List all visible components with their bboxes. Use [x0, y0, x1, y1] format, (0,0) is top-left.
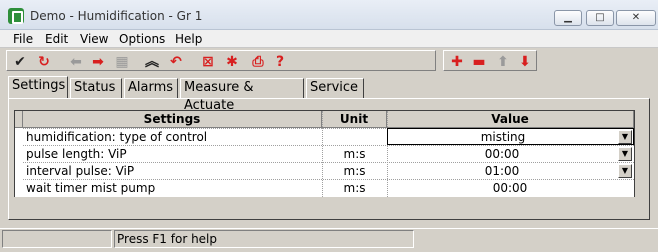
tab-alarms[interactable]: Alarms [124, 78, 178, 98]
grid-icon[interactable]: ▦ [113, 53, 131, 71]
row-header-corner [15, 111, 23, 128]
status-bar: Press F1 for help [0, 228, 658, 252]
asterisk-icon[interactable]: ✱ [223, 53, 241, 71]
value-cell-selected[interactable]: misting ▼ [387, 128, 634, 145]
tab-status[interactable]: Status [70, 78, 122, 98]
move-down-icon[interactable]: ⬇ [516, 53, 534, 71]
remove-icon[interactable]: ▬ [470, 53, 488, 71]
tab-measure-actuate[interactable]: Measure & Actuate [180, 78, 304, 113]
toolbar: ✔ ↻ ⬅ ➡ ▦ ︽ ↶ ⊠ ✱ ⎙ ? ✚ ▬ ⬆ ⬇ [0, 48, 658, 72]
collapse-icon[interactable]: ︽ [143, 53, 161, 71]
setting-unit: m:s [343, 164, 366, 178]
setting-name: pulse length: ViP [26, 147, 127, 161]
arrow-left-icon[interactable]: ⬅ [67, 53, 85, 71]
menu-help[interactable]: Help [175, 32, 202, 46]
grid-empty-area [14, 197, 635, 212]
setting-value[interactable]: 00:00 [387, 146, 617, 162]
window-title: Demo - Humidification - Gr 1 [30, 9, 203, 23]
setting-name: wait timer mist pump [26, 181, 156, 195]
table-row[interactable]: wait timer mist pump m:s 00:00 [23, 179, 634, 196]
chevron-down-icon[interactable]: ▼ [618, 164, 632, 178]
tab-settings[interactable]: Settings [8, 76, 68, 99]
status-pane-empty [2, 230, 112, 248]
menu-file[interactable]: File [13, 32, 33, 46]
setting-value[interactable]: 01:00 [387, 163, 617, 179]
help-icon[interactable]: ? [271, 53, 289, 71]
table-row[interactable]: interval pulse: ViP m:s 01:00 ▼ [23, 162, 634, 179]
status-help-text: Press F1 for help [114, 230, 414, 248]
app-icon [8, 8, 24, 24]
column-header-value[interactable]: Value [387, 111, 634, 128]
close-button[interactable]: ✕ [616, 10, 656, 26]
add-icon[interactable]: ✚ [448, 53, 466, 71]
chevron-down-icon[interactable]: ▼ [618, 147, 632, 161]
column-header-unit[interactable]: Unit [322, 111, 387, 128]
check-icon[interactable]: ✔ [11, 53, 29, 71]
menu-bar: File Edit View Options Help [0, 30, 658, 48]
setting-unit [322, 129, 387, 145]
move-up-icon[interactable]: ⬆ [494, 53, 512, 71]
setting-unit: m:s [343, 181, 366, 195]
maximize-button[interactable]: □ [586, 10, 614, 26]
minimize-button[interactable]: ▁ [554, 10, 582, 26]
menu-options[interactable]: Options [119, 32, 165, 46]
setting-value[interactable]: 00:00 [387, 180, 633, 196]
print-icon[interactable]: ⎙ [249, 53, 267, 71]
title-bar: Demo - Humidification - Gr 1 ▁ □ ✕ [0, 0, 658, 30]
toolbar-main-group: ✔ ↻ ⬅ ➡ ▦ ︽ ↶ ⊠ ✱ ⎙ ? [6, 50, 436, 71]
arrow-right-icon[interactable]: ➡ [89, 53, 107, 71]
refresh-icon[interactable]: ↻ [35, 53, 53, 71]
undo-icon[interactable]: ↶ [167, 53, 185, 71]
table-row[interactable]: pulse length: ViP m:s 00:00 ▼ [23, 145, 634, 162]
column-header-settings[interactable]: Settings [23, 111, 322, 128]
chevron-down-icon[interactable]: ▼ [618, 130, 632, 144]
setting-name: interval pulse: ViP [26, 164, 135, 178]
menu-edit[interactable]: Edit [45, 32, 68, 46]
setting-unit: m:s [343, 147, 366, 161]
setting-value: misting [480, 130, 526, 144]
tab-service[interactable]: Service [306, 78, 364, 98]
menu-view[interactable]: View [80, 32, 108, 46]
toolbar-row-group: ✚ ▬ ⬆ ⬇ [443, 50, 537, 71]
delete-icon[interactable]: ⊠ [199, 53, 217, 71]
setting-name: humidification: type of control [26, 130, 208, 144]
